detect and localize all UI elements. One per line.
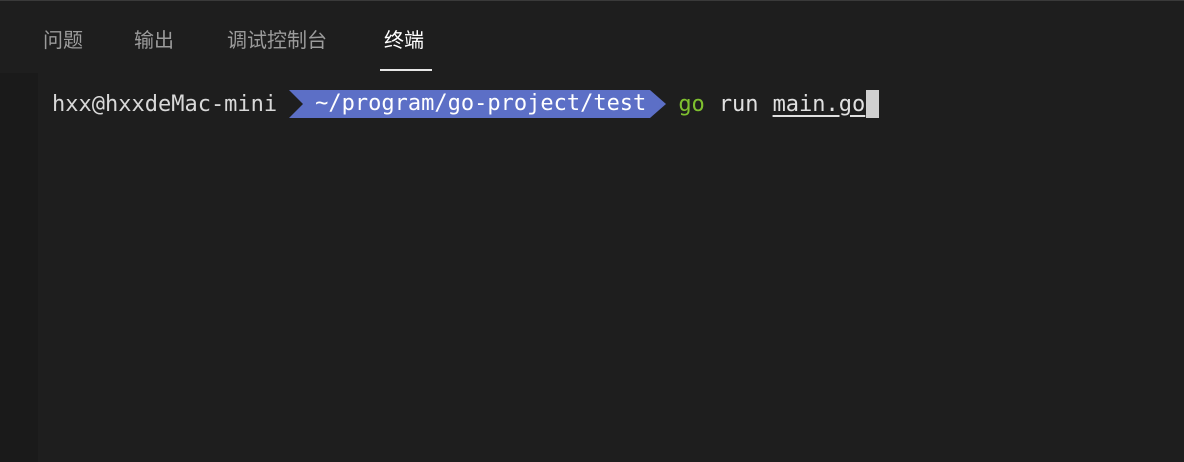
prompt-user-host: hxx@hxxdeMac-mini [52, 91, 278, 117]
terminal-gutter [0, 73, 38, 462]
command-arg-run: run [718, 91, 759, 117]
powerline-arrow-out-icon [650, 90, 667, 118]
panel-tabbar: 问题 输出 调试控制台 终端 [0, 1, 1184, 73]
terminal-cursor [866, 90, 880, 118]
tab-problems[interactable]: 问题 [43, 25, 83, 55]
prompt-path-segment: ~/program/go-project/test [289, 90, 667, 118]
tab-output[interactable]: 输出 [134, 25, 174, 55]
terminal-panel: 问题 输出 调试控制台 终端 hxx@hxxdeMac-mini ~/progr… [0, 0, 1184, 462]
prompt-line: hxx@hxxdeMac-mini ~/program/go-project/t… [52, 90, 880, 118]
powerline-arrow-in-icon [289, 90, 304, 118]
terminal-area[interactable]: hxx@hxxdeMac-mini ~/program/go-project/t… [38, 73, 1184, 462]
tab-debug-console[interactable]: 调试控制台 [227, 25, 327, 55]
active-tab-indicator [380, 69, 432, 71]
tab-terminal[interactable]: 终端 [384, 25, 424, 55]
command-arg-file: main.go [772, 91, 866, 117]
command-name: go [678, 91, 705, 117]
prompt-path: ~/program/go-project/test [303, 90, 651, 118]
